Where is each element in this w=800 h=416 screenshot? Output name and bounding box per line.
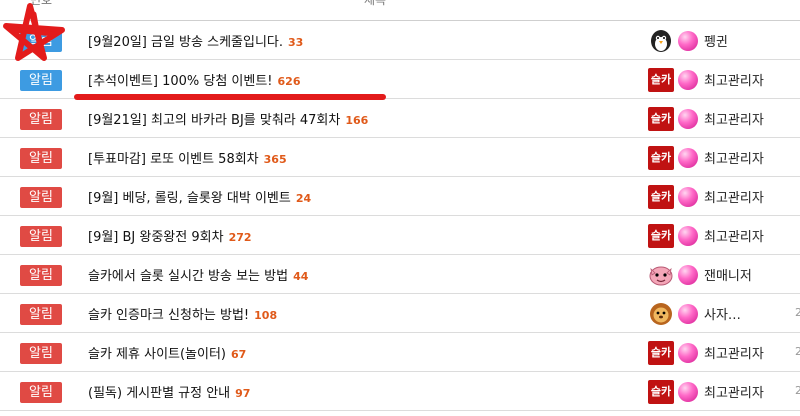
list-item[interactable]: 알림 슬카 제휴 사이트(놀이터) 67 슬카 최고관리자 2 [0,333,800,372]
list-item[interactable]: 알림 [추석이벤트] 100% 당첨 이벤트! 626 슬카 최고관리자 [0,60,800,99]
author-name[interactable]: 펭귄 [704,31,728,50]
site-logo-avatar-icon: 슬카 [648,146,674,170]
notice-badge: 알림 [20,343,62,364]
header-title-label: 제목 [364,0,387,7]
site-logo-avatar-icon: 슬카 [648,341,674,365]
comment-count: 24 [295,192,312,205]
post-title: [추석이벤트] 100% 당첨 이벤트! [88,74,273,89]
notice-badge: 알림 [20,304,62,325]
edge-fragment: 2 [795,306,800,319]
author-name[interactable]: 최고관리자 [704,70,764,89]
post-title: [9월] 베당, 롤링, 슬롯왕 대박 이벤트 [88,191,291,206]
post-title-link[interactable]: 슬카 인증마크 신청하는 방법! 108 [88,304,277,323]
monster-avatar-icon [649,266,673,286]
site-logo-avatar-icon: 슬카 [648,380,674,404]
post-title-link[interactable]: [투표마감] 로또 이벤트 58회차 365 [88,148,287,167]
comment-count: 67 [231,348,247,361]
notice-badge: 알림 [20,187,62,208]
author-name[interactable]: 최고관리자 [704,109,764,128]
level-orb-icon [678,265,698,285]
author-name[interactable]: 최고관리자 [704,226,764,245]
list-item[interactable]: 알림 슬카에서 슬롯 실시간 방송 보는 방법 44 잰매니저 [0,255,800,294]
post-title: [투표마감] 로또 이벤트 58회차 [88,152,259,167]
level-orb-icon [678,70,698,90]
level-orb-icon [678,343,698,363]
list-item[interactable]: 알림 [9월21일] 최고의 바카라 BJ를 맞춰라 47회차 166 슬카 최고… [0,99,800,138]
edge-fragment: 2 [795,384,800,397]
level-orb-icon [678,109,698,129]
notice-badge: 알림 [20,109,62,130]
level-orb-icon [678,187,698,207]
comment-count: 166 [345,114,369,127]
level-orb-icon [678,304,698,324]
notice-badge: 알림 [20,31,62,52]
post-title-link[interactable]: 슬카에서 슬롯 실시간 방송 보는 방법 44 [88,265,308,284]
penguin-avatar-icon [651,30,671,52]
level-orb-icon [678,382,698,402]
notice-badge: 알림 [20,382,62,403]
notice-badge: 알림 [20,70,62,91]
comment-count: 97 [235,387,251,400]
post-title-link[interactable]: 슬카 제휴 사이트(놀이터) 67 [88,343,246,362]
author-name[interactable]: 최고관리자 [704,382,764,401]
comment-count: 626 [277,75,301,88]
author-name[interactable]: 최고관리자 [704,187,764,206]
site-logo-avatar-icon: 슬카 [648,68,674,92]
notice-badge: 알림 [20,226,62,247]
post-title: [9월] BJ 왕중왕전 9회차 [88,230,224,245]
level-orb-icon [678,226,698,246]
post-title-link[interactable]: [9월21일] 최고의 바카라 BJ를 맞춰라 47회차 166 [88,109,368,128]
post-title: (필독) 게시판별 규정 안내 [88,386,231,401]
post-title-link[interactable]: (필독) 게시판별 규정 안내 97 [88,382,250,401]
post-title-link[interactable]: [추석이벤트] 100% 당첨 이벤트! 626 [88,70,301,89]
list-item[interactable]: 알림 [9월] 베당, 롤링, 슬롯왕 대박 이벤트 24 슬카 최고관리자 [0,177,800,216]
site-logo-avatar-icon: 슬카 [648,185,674,209]
author-name[interactable]: 사자… [704,304,741,323]
post-title: 슬카에서 슬롯 실시간 방송 보는 방법 [88,269,289,284]
level-orb-icon [678,148,698,168]
comment-count: 365 [263,153,287,166]
lion-avatar-icon [650,303,672,325]
comment-count: 108 [254,309,278,322]
list-item[interactable]: 알림 [9월20일] 금일 방송 스케줄입니다. 33 펭귄 [0,21,800,60]
site-logo-avatar-icon: 슬카 [648,224,674,248]
post-title: [9월20일] 금일 방송 스케줄입니다. [88,35,284,50]
notice-badge: 알림 [20,148,62,169]
post-title: 슬카 인증마크 신청하는 방법! [88,308,250,323]
author-name[interactable]: 잰매니저 [704,265,752,284]
list-item[interactable]: 알림 슬카 인증마크 신청하는 방법! 108 사자… 2 [0,294,800,333]
list-header-strip: 번호 제목 [0,0,800,21]
author-name[interactable]: 최고관리자 [704,148,764,167]
author-name[interactable]: 최고관리자 [704,343,764,362]
post-title: [9월21일] 최고의 바카라 BJ를 맞춰라 47회차 [88,113,341,128]
post-title-link[interactable]: [9월] 베당, 롤링, 슬롯왕 대박 이벤트 24 [88,187,311,206]
edge-fragment: 2 [795,345,800,358]
post-title: 슬카 제휴 사이트(놀이터) [88,347,227,362]
list-item[interactable]: 알림 [9월] BJ 왕중왕전 9회차 272 슬카 최고관리자 [0,216,800,255]
notice-list: 알림 [9월20일] 금일 방송 스케줄입니다. 33 펭귄 알림 [추석이벤트]… [0,21,800,411]
level-orb-icon [678,31,698,51]
list-item[interactable]: 알림 (필독) 게시판별 규정 안내 97 슬카 최고관리자 2 [0,372,800,411]
post-title-link[interactable]: [9월20일] 금일 방송 스케줄입니다. 33 [88,31,303,50]
post-title-link[interactable]: [9월] BJ 왕중왕전 9회차 272 [88,226,252,245]
list-item[interactable]: 알림 [투표마감] 로또 이벤트 58회차 365 슬카 최고관리자 [0,138,800,177]
site-logo-avatar-icon: 슬카 [648,107,674,131]
header-number-label: 번호 [30,0,53,7]
comment-count: 272 [228,231,252,244]
comment-count: 44 [293,270,309,283]
notice-badge: 알림 [20,265,62,286]
comment-count: 33 [288,36,304,49]
